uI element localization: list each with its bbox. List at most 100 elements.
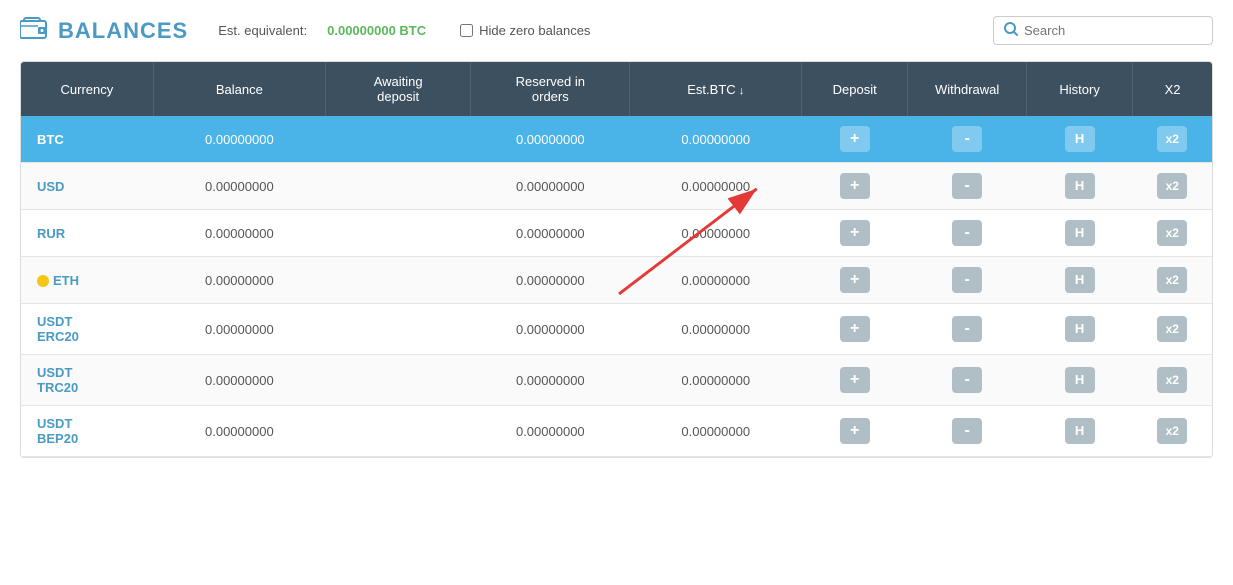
cell-deposit: + bbox=[802, 257, 908, 304]
cell-awaiting bbox=[325, 116, 471, 163]
withdrawal-button[interactable]: - bbox=[952, 220, 982, 246]
x2-button[interactable]: x2 bbox=[1157, 316, 1187, 342]
cell-reserved: 0.00000000 bbox=[471, 116, 630, 163]
deposit-button[interactable]: + bbox=[840, 173, 870, 199]
deposit-button[interactable]: + bbox=[840, 220, 870, 246]
cell-awaiting bbox=[325, 304, 471, 355]
cell-history: H bbox=[1027, 116, 1133, 163]
est-label: Est. equivalent: bbox=[218, 23, 307, 38]
cell-reserved: 0.00000000 bbox=[471, 257, 630, 304]
cell-balance: 0.00000000 bbox=[153, 257, 325, 304]
cell-withdrawal: - bbox=[908, 304, 1027, 355]
table-row: USDTBEP200.000000000.000000000.00000000+… bbox=[21, 406, 1212, 457]
table-row: USDTERC200.000000000.000000000.00000000+… bbox=[21, 304, 1212, 355]
wallet-icon bbox=[20, 17, 48, 45]
withdrawal-button[interactable]: - bbox=[952, 316, 982, 342]
cell-estbtc: 0.00000000 bbox=[630, 304, 802, 355]
cell-estbtc: 0.00000000 bbox=[630, 257, 802, 304]
cell-history: H bbox=[1027, 163, 1133, 210]
deposit-button[interactable]: + bbox=[840, 267, 870, 293]
cell-withdrawal: - bbox=[908, 116, 1027, 163]
cell-x2: x2 bbox=[1133, 355, 1212, 406]
col-header-withdrawal: Withdrawal bbox=[908, 62, 1027, 116]
col-header-estbtc[interactable]: Est.BTC bbox=[630, 62, 802, 116]
withdrawal-button[interactable]: - bbox=[952, 173, 982, 199]
cell-withdrawal: - bbox=[908, 210, 1027, 257]
balances-table: Currency Balance Awaitingdeposit Reserve… bbox=[21, 62, 1212, 457]
cell-x2: x2 bbox=[1133, 406, 1212, 457]
deposit-button[interactable]: + bbox=[840, 316, 870, 342]
status-dot bbox=[37, 275, 49, 287]
table-row: USDTTRC200.000000000.000000000.00000000+… bbox=[21, 355, 1212, 406]
hide-zero-checkbox[interactable] bbox=[460, 24, 473, 37]
cell-deposit: + bbox=[802, 163, 908, 210]
col-header-x2: X2 bbox=[1133, 62, 1212, 116]
cell-currency: USD bbox=[21, 163, 153, 210]
deposit-button[interactable]: + bbox=[840, 418, 870, 444]
history-button[interactable]: H bbox=[1065, 126, 1095, 152]
cell-reserved: 0.00000000 bbox=[471, 304, 630, 355]
history-button[interactable]: H bbox=[1065, 173, 1095, 199]
cell-history: H bbox=[1027, 210, 1133, 257]
x2-button[interactable]: x2 bbox=[1157, 267, 1187, 293]
balances-table-wrapper: Currency Balance Awaitingdeposit Reserve… bbox=[20, 61, 1213, 458]
cell-x2: x2 bbox=[1133, 210, 1212, 257]
cell-awaiting bbox=[325, 257, 471, 304]
cell-awaiting bbox=[325, 406, 471, 457]
cell-balance: 0.00000000 bbox=[153, 406, 325, 457]
deposit-button[interactable]: + bbox=[840, 126, 870, 152]
cell-reserved: 0.00000000 bbox=[471, 210, 630, 257]
col-header-reserved: Reserved inorders bbox=[471, 62, 630, 116]
cell-estbtc: 0.00000000 bbox=[630, 355, 802, 406]
history-button[interactable]: H bbox=[1065, 367, 1095, 393]
cell-x2: x2 bbox=[1133, 304, 1212, 355]
cell-deposit: + bbox=[802, 304, 908, 355]
est-value: 0.00000000 BTC bbox=[327, 23, 426, 38]
x2-button[interactable]: x2 bbox=[1157, 173, 1187, 199]
cell-history: H bbox=[1027, 406, 1133, 457]
cell-withdrawal: - bbox=[908, 355, 1027, 406]
x2-button[interactable]: x2 bbox=[1157, 367, 1187, 393]
col-header-history: History bbox=[1027, 62, 1133, 116]
withdrawal-button[interactable]: - bbox=[952, 367, 982, 393]
cell-balance: 0.00000000 bbox=[153, 304, 325, 355]
cell-x2: x2 bbox=[1133, 116, 1212, 163]
col-header-balance: Balance bbox=[153, 62, 325, 116]
cell-currency: USDTBEP20 bbox=[21, 406, 153, 457]
cell-awaiting bbox=[325, 355, 471, 406]
cell-balance: 0.00000000 bbox=[153, 355, 325, 406]
cell-history: H bbox=[1027, 355, 1133, 406]
cell-deposit: + bbox=[802, 355, 908, 406]
history-button[interactable]: H bbox=[1065, 316, 1095, 342]
history-button[interactable]: H bbox=[1065, 220, 1095, 246]
history-button[interactable]: H bbox=[1065, 418, 1095, 444]
x2-button[interactable]: x2 bbox=[1157, 418, 1187, 444]
search-icon bbox=[1004, 22, 1018, 39]
cell-currency: USDTERC20 bbox=[21, 304, 153, 355]
col-header-awaiting: Awaitingdeposit bbox=[325, 62, 471, 116]
cell-history: H bbox=[1027, 257, 1133, 304]
cell-estbtc: 0.00000000 bbox=[630, 210, 802, 257]
cell-x2: x2 bbox=[1133, 257, 1212, 304]
history-button[interactable]: H bbox=[1065, 267, 1095, 293]
cell-balance: 0.00000000 bbox=[153, 116, 325, 163]
deposit-button[interactable]: + bbox=[840, 367, 870, 393]
cell-x2: x2 bbox=[1133, 163, 1212, 210]
x2-button[interactable]: x2 bbox=[1157, 126, 1187, 152]
search-input[interactable] bbox=[1024, 23, 1202, 38]
col-header-currency: Currency bbox=[21, 62, 153, 116]
table-row: RUR0.000000000.000000000.00000000+-Hx2 bbox=[21, 210, 1212, 257]
withdrawal-button[interactable]: - bbox=[952, 267, 982, 293]
cell-currency: RUR bbox=[21, 210, 153, 257]
cell-deposit: + bbox=[802, 116, 908, 163]
cell-withdrawal: - bbox=[908, 257, 1027, 304]
cell-awaiting bbox=[325, 210, 471, 257]
x2-button[interactable]: x2 bbox=[1157, 220, 1187, 246]
cell-deposit: + bbox=[802, 406, 908, 457]
col-header-deposit: Deposit bbox=[802, 62, 908, 116]
table-row: BTC0.000000000.000000000.00000000+-Hx2 bbox=[21, 116, 1212, 163]
withdrawal-button[interactable]: - bbox=[952, 418, 982, 444]
cell-deposit: + bbox=[802, 210, 908, 257]
withdrawal-button[interactable]: - bbox=[952, 126, 982, 152]
table-row: USD0.000000000.000000000.00000000+-Hx2 bbox=[21, 163, 1212, 210]
